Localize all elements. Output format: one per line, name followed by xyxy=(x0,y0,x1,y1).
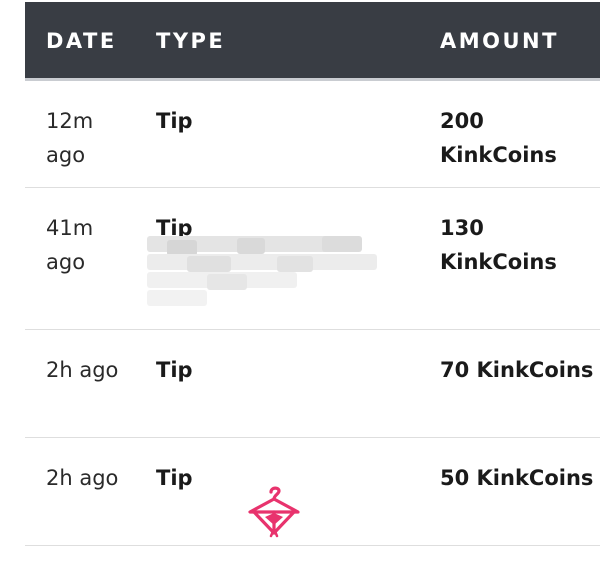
row-date: 2h ago xyxy=(46,358,119,382)
redacted-message-blur xyxy=(147,236,377,306)
table-row: 2h ago Tip 50 KinkCoins xyxy=(25,438,600,546)
row-type: Tip xyxy=(156,466,193,490)
table-row: 41m ago Tip 130 KinkCoins xyxy=(25,188,600,330)
row-date: 12m ago xyxy=(46,109,94,167)
transactions-table: DATE TYPE AMOUNT 12m ago Tip 200 KinkCoi… xyxy=(25,2,600,546)
table-row: 2h ago Tip 70 KinkCoins xyxy=(25,330,600,438)
row-date: 41m ago xyxy=(46,216,94,274)
row-type: Tip xyxy=(156,216,193,240)
row-amount: 130 KinkCoins xyxy=(440,216,557,274)
row-amount: 200 KinkCoins xyxy=(440,109,557,167)
row-amount: 50 KinkCoins xyxy=(440,466,594,490)
table-row: 12m ago Tip 200 KinkCoins xyxy=(25,81,600,188)
row-amount: 70 KinkCoins xyxy=(440,358,594,382)
header-date: DATE xyxy=(46,29,117,53)
header-type: TYPE xyxy=(156,29,226,53)
row-type: Tip xyxy=(156,109,193,133)
row-type: Tip xyxy=(156,358,193,382)
header-amount: AMOUNT xyxy=(440,29,559,53)
table-header: DATE TYPE AMOUNT xyxy=(25,2,600,81)
row-date: 2h ago xyxy=(46,466,119,490)
hanger-bow-logo-icon xyxy=(248,486,300,538)
transactions-page: DATE TYPE AMOUNT 12m ago Tip 200 KinkCoi… xyxy=(0,0,600,565)
